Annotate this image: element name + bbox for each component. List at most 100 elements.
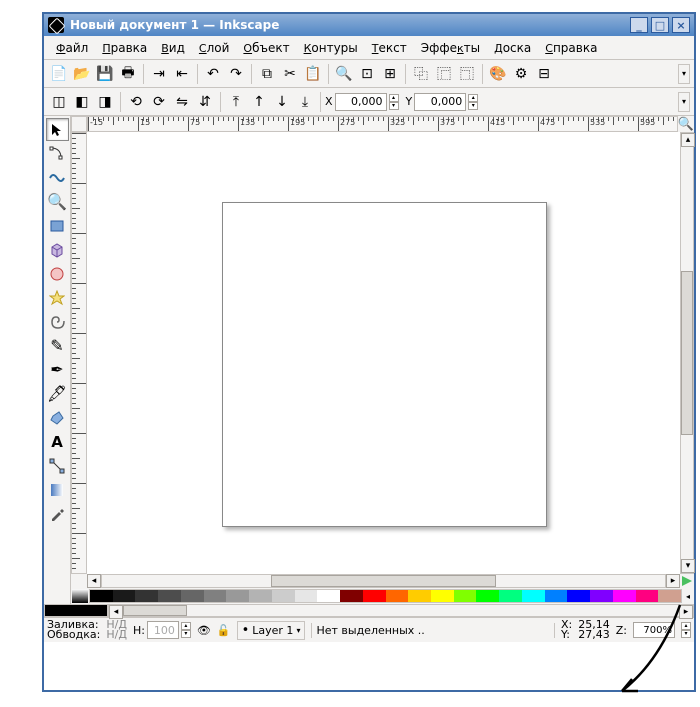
fill-stroke-button[interactable]: 🎨 xyxy=(487,63,509,85)
star-tool[interactable] xyxy=(46,286,69,309)
zoom-fit-button[interactable]: 🔍 xyxy=(333,63,355,85)
horizontal-scrollbar[interactable] xyxy=(101,574,666,588)
swatch[interactable] xyxy=(386,590,409,602)
rotate-ccw-button[interactable]: ⟲ xyxy=(125,91,147,113)
zoom-page-button[interactable]: ⊡ xyxy=(356,63,378,85)
flip-v-button[interactable]: ⇵ xyxy=(194,91,216,113)
swatch[interactable] xyxy=(522,590,545,602)
swatch[interactable] xyxy=(363,590,386,602)
flip-h-button[interactable]: ⇋ xyxy=(171,91,193,113)
swatch[interactable] xyxy=(454,590,477,602)
swatch[interactable] xyxy=(90,590,113,602)
node-tool[interactable] xyxy=(46,142,69,165)
swatch[interactable] xyxy=(113,590,136,602)
swatch[interactable] xyxy=(658,590,681,602)
toolbar-overflow-button[interactable]: ▾ xyxy=(678,64,690,84)
opacity-up-button[interactable]: ▴ xyxy=(181,622,191,630)
swatch-left-button[interactable]: ◂ xyxy=(109,605,123,619)
options-overflow-button[interactable]: ▾ xyxy=(678,92,690,112)
hscroll-thumb[interactable] xyxy=(271,575,496,587)
menu-слой[interactable]: Слой xyxy=(193,38,236,58)
menu-объект[interactable]: Объект xyxy=(237,38,295,58)
layer-selector[interactable]: • Layer 1 ▾ xyxy=(237,621,306,640)
spiral-tool[interactable] xyxy=(46,310,69,333)
menu-эффекты[interactable]: Эффекты xyxy=(415,38,486,58)
menu-контуры[interactable]: Контуры xyxy=(298,38,364,58)
swatch[interactable] xyxy=(567,590,590,602)
calligraphy-tool[interactable]: 🖋 xyxy=(46,382,69,405)
pencil-tool[interactable]: ✎ xyxy=(46,334,69,357)
palette-menu-button[interactable]: ◂ xyxy=(682,589,694,603)
swatch-right-button[interactable]: ▸ xyxy=(679,605,693,619)
duplicate-button[interactable]: ⿻ xyxy=(410,63,432,85)
import-button[interactable]: ⇥ xyxy=(148,63,170,85)
menu-файл[interactable]: Файл xyxy=(50,38,94,58)
cut-button[interactable]: ✂ xyxy=(279,63,301,85)
swatch[interactable] xyxy=(158,590,181,602)
bucket-tool[interactable] xyxy=(46,406,69,429)
export-button[interactable]: ⇤ xyxy=(171,63,193,85)
zoom-input[interactable] xyxy=(633,622,675,638)
scroll-right-button[interactable]: ▸ xyxy=(666,574,680,588)
menu-правка[interactable]: Правка xyxy=(96,38,153,58)
y-up-button[interactable]: ▴ xyxy=(468,94,478,102)
scroll-left-button[interactable]: ◂ xyxy=(87,574,101,588)
menu-доска[interactable]: Доска xyxy=(488,38,537,58)
rect-tool[interactable] xyxy=(46,214,69,237)
y-down-button[interactable]: ▾ xyxy=(468,102,478,110)
scroll-down-button[interactable]: ▾ xyxy=(681,559,695,573)
zoom-up-button[interactable]: ▴ xyxy=(681,622,691,630)
menu-вид[interactable]: Вид xyxy=(155,38,191,58)
swatch[interactable] xyxy=(135,590,158,602)
select-layers-button[interactable]: ◧ xyxy=(71,91,93,113)
raise-button[interactable]: ↑ xyxy=(248,91,270,113)
3dbox-tool[interactable] xyxy=(46,238,69,261)
x-down-button[interactable]: ▾ xyxy=(389,102,399,110)
swatch[interactable] xyxy=(431,590,454,602)
x-coord-input[interactable] xyxy=(335,93,387,111)
swatch[interactable] xyxy=(613,590,636,602)
swatch[interactable] xyxy=(636,590,659,602)
clone-button[interactable]: ⿸ xyxy=(433,63,455,85)
swatch[interactable] xyxy=(226,590,249,602)
open-file-button[interactable]: 📂 xyxy=(71,63,93,85)
redo-button[interactable]: ↷ xyxy=(225,63,247,85)
selector-tool[interactable] xyxy=(46,118,69,141)
new-file-button[interactable]: 📄 xyxy=(48,63,70,85)
save-file-button[interactable]: 💾 xyxy=(94,63,116,85)
close-button[interactable]: × xyxy=(672,17,690,33)
swatch[interactable] xyxy=(408,590,431,602)
stroke-value[interactable]: Н/Д xyxy=(106,630,127,640)
tweak-tool[interactable] xyxy=(46,166,69,189)
zoom-quick-button[interactable]: 🔍 xyxy=(678,116,694,132)
swatch[interactable] xyxy=(499,590,522,602)
y-coord-input[interactable] xyxy=(414,93,466,111)
deselect-button[interactable]: ◨ xyxy=(94,91,116,113)
horizontal-ruler[interactable]: -151575135195275325375415475535595 xyxy=(87,116,678,132)
guides-toggle-icon[interactable] xyxy=(680,574,694,588)
align-button[interactable]: ⊟ xyxy=(533,63,555,85)
opacity-down-button[interactable]: ▾ xyxy=(181,630,191,638)
zoom-down-button[interactable]: ▾ xyxy=(681,630,691,638)
lower-button[interactable]: ↓ xyxy=(271,91,293,113)
bezier-tool[interactable]: ✒ xyxy=(46,358,69,381)
paste-button[interactable]: 📋 xyxy=(302,63,324,85)
swatch[interactable] xyxy=(317,590,340,602)
menu-текст[interactable]: Текст xyxy=(366,38,413,58)
raise-top-button[interactable]: ⤒ xyxy=(225,91,247,113)
swatch[interactable] xyxy=(295,590,318,602)
swatch[interactable] xyxy=(181,590,204,602)
copy-button[interactable]: ⧉ xyxy=(256,63,278,85)
swatch[interactable] xyxy=(590,590,613,602)
x-up-button[interactable]: ▴ xyxy=(389,94,399,102)
rotate-cw-button[interactable]: ⟳ xyxy=(148,91,170,113)
vertical-ruler[interactable] xyxy=(71,132,87,574)
zoom-drawing-button[interactable]: ⊞ xyxy=(379,63,401,85)
maximize-button[interactable]: □ xyxy=(651,17,669,33)
swatch[interactable] xyxy=(272,590,295,602)
layer-lock-icon[interactable]: 🔓 xyxy=(217,624,231,637)
connector-tool[interactable] xyxy=(46,454,69,477)
swatch-scroll[interactable]: ◂ ▸ xyxy=(108,604,694,617)
ellipse-tool[interactable] xyxy=(46,262,69,285)
swatch[interactable] xyxy=(545,590,568,602)
